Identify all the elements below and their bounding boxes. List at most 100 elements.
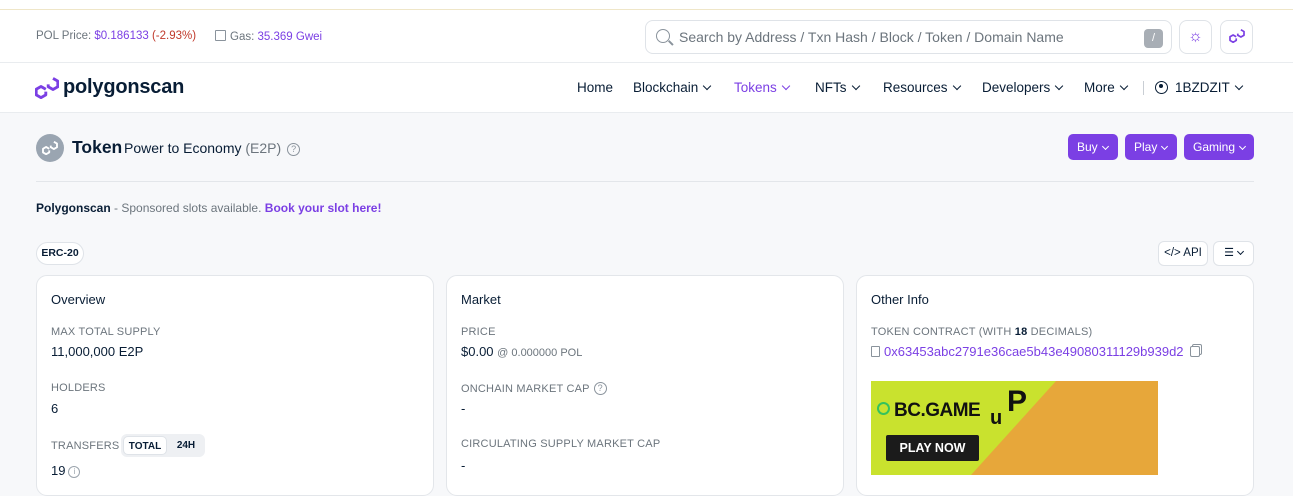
price-value: $0.00 @ 0.000000 POL <box>461 344 582 359</box>
chevron-down-icon <box>1055 81 1064 91</box>
onchain-cap-value: - <box>461 401 466 416</box>
nav-resources[interactable]: Resources <box>883 80 961 95</box>
sun-icon: ☼ <box>1188 28 1203 45</box>
nav-nfts[interactable]: NFTs <box>815 80 860 95</box>
nav-home[interactable]: Home <box>577 80 613 95</box>
pol-price-label: POL Price: <box>36 30 92 42</box>
nav-nfts-label: NFTs <box>815 80 847 95</box>
ad-u-glyph: u <box>990 407 1003 429</box>
search-icon <box>656 29 670 43</box>
header-divider <box>36 181 1254 182</box>
buy-button[interactable]: Buy <box>1068 134 1118 160</box>
transfers-period-toggle: TOTAL 24H <box>121 434 205 457</box>
copy-icon[interactable] <box>1189 346 1200 357</box>
gas-price: Gas: 35.369 Gwei <box>215 30 322 43</box>
market-title: Market <box>461 292 501 307</box>
ad-play-now-button[interactable]: PLAY NOW <box>886 435 979 461</box>
toggle-total[interactable]: TOTAL <box>123 436 167 455</box>
gas-value[interactable]: 35.369 Gwei <box>258 31 323 43</box>
nav-blockchain-label: Blockchain <box>633 80 699 95</box>
help-icon[interactable]: ? <box>287 143 301 156</box>
user-icon <box>1155 81 1168 94</box>
nav-user-menu[interactable]: 1BZDZIT <box>1155 80 1244 95</box>
price-usd: $0.00 <box>461 344 494 359</box>
chevron-down-icon <box>1119 81 1129 91</box>
chevron-down-icon <box>1101 142 1109 151</box>
help-icon[interactable]: ? <box>593 382 607 395</box>
theme-toggle-button[interactable]: ☼ <box>1179 20 1212 54</box>
market-card: Market PRICE $0.00 @ 0.000000 POL ONCHAI… <box>446 275 844 496</box>
token-standard-badge: ERC-20 <box>36 242 84 265</box>
sponsored-banner: Polygonscan - Sponsored slots available.… <box>36 201 381 215</box>
brand-name: polygonscan <box>63 76 185 98</box>
overview-title: Overview <box>51 292 106 307</box>
token-name: Power to Economy (E2P)? <box>124 140 301 156</box>
nav-developers-label: Developers <box>982 80 1051 95</box>
polygon-logo-icon <box>1228 29 1245 44</box>
transfers-label: TRANSFERS <box>51 440 120 452</box>
contract-label: TOKEN CONTRACT (WITH 18 DECIMALS) <box>871 326 1092 338</box>
top-bar: POL Price: $0.186133 (-2.93%) Gas: 35.36… <box>0 10 1293 63</box>
nav-more-label: More <box>1084 80 1115 95</box>
play-button[interactable]: Play <box>1125 134 1177 160</box>
contract-address-row: 0x63453abc2791e36cae5b43e49080311129b939… <box>871 344 1200 359</box>
contract-label-pre: TOKEN CONTRACT (WITH <box>871 326 1015 338</box>
circulating-cap-label: CIRCULATING SUPPLY MARKET CAP <box>461 438 661 450</box>
holders-value: 6 <box>51 401 59 416</box>
chevron-down-icon <box>952 81 961 91</box>
nav-user-label: 1BZDZIT <box>1175 80 1230 95</box>
nav-developers[interactable]: Developers <box>982 80 1064 95</box>
search-input[interactable] <box>679 26 1119 48</box>
ad-p-glyph: P <box>1007 385 1028 418</box>
ad-brand: BC.GAME <box>894 400 981 421</box>
bc-game-logo-icon <box>877 402 890 415</box>
token-symbol: (E2P) <box>245 140 282 156</box>
circulating-cap-value: - <box>461 458 466 473</box>
contract-label-post: DECIMALS) <box>1027 326 1093 338</box>
more-options-button[interactable]: ☰ <box>1213 241 1254 266</box>
sponsor-brand: Polygonscan <box>36 201 111 215</box>
nav-resources-label: Resources <box>883 80 948 95</box>
max-supply-label: MAX TOTAL SUPPLY <box>51 326 161 338</box>
nav-tokens[interactable]: Tokens <box>734 80 791 95</box>
overview-card: Overview MAX TOTAL SUPPLY 11,000,000 E2P… <box>36 275 434 496</box>
pol-price-change: (-2.93%) <box>151 30 197 42</box>
polygon-logo-icon <box>42 141 58 155</box>
nav-blockchain[interactable]: Blockchain <box>633 80 712 95</box>
chevron-down-icon <box>1234 81 1244 91</box>
contract-address-link[interactable]: 0x63453abc2791e36cae5b43e49080311129b939… <box>884 344 1184 359</box>
gas-pump-icon <box>215 30 226 41</box>
pol-price-value[interactable]: $0.186133 <box>94 30 148 42</box>
api-button[interactable]: </> API <box>1158 241 1208 266</box>
transfers-count: 19 <box>51 463 66 478</box>
sponsor-text: - Sponsored slots available. <box>110 201 265 215</box>
other-info-title: Other Info <box>871 292 929 307</box>
gaming-button-label: Gaming <box>1193 140 1236 154</box>
list-icon: ☰ <box>1224 247 1234 259</box>
nav-divider <box>1143 81 1144 95</box>
contract-decimals: 18 <box>1014 326 1028 338</box>
contract-file-icon <box>871 346 880 357</box>
buy-button-label: Buy <box>1077 140 1098 154</box>
toggle-24h[interactable]: 24H <box>171 436 201 455</box>
search-box: / <box>645 20 1172 54</box>
page-title: Token <box>72 137 123 157</box>
max-supply-value: 11,000,000 E2P <box>51 344 144 359</box>
nav-more[interactable]: More <box>1084 80 1129 95</box>
transfers-value: 19 i <box>51 463 81 478</box>
token-logo <box>36 134 64 162</box>
network-switch-button[interactable] <box>1220 20 1253 54</box>
chevron-down-icon <box>1161 142 1169 151</box>
onchain-cap-label-text: ONCHAIN MARKET CAP <box>461 383 590 395</box>
other-info-card: Other Info TOKEN CONTRACT (WITH 18 DECIM… <box>856 275 1254 496</box>
search-shortcut-key: / <box>1144 29 1163 48</box>
sponsored-ad-banner[interactable]: BC.GAME u P PLAY NOW <box>871 381 1158 475</box>
gas-label: Gas: <box>230 31 255 43</box>
main-navbar: polygonscan Home Blockchain Tokens NFTs … <box>0 63 1293 113</box>
play-button-label: Play <box>1134 140 1158 154</box>
gaming-button[interactable]: Gaming <box>1184 134 1254 160</box>
info-icon[interactable]: i <box>68 466 81 478</box>
book-slot-link[interactable]: Book your slot here! <box>265 201 382 215</box>
chevron-down-icon <box>781 81 791 91</box>
holders-label: HOLDERS <box>51 382 106 394</box>
